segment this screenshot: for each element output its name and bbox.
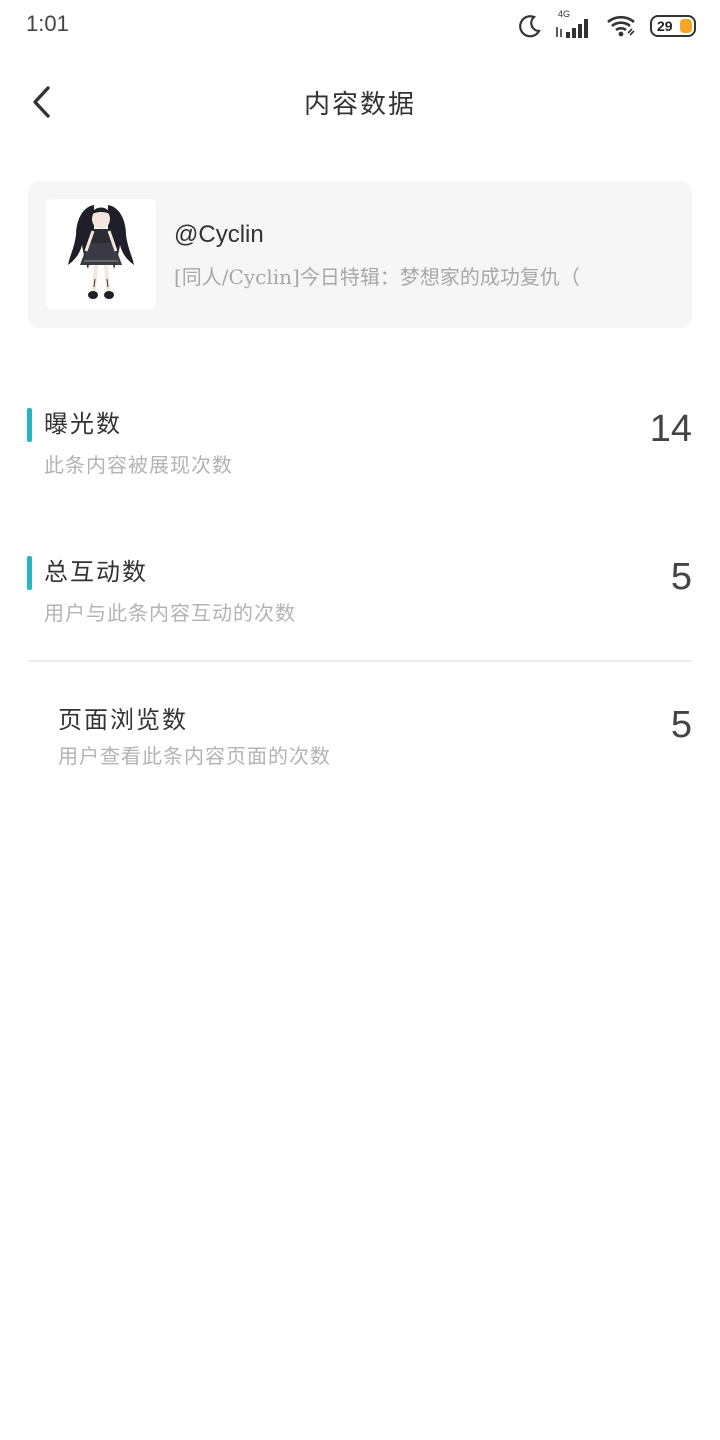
content-card[interactable]: @Cyclin [同人/Cyclin]今日特辑：梦想家的成功复仇（: [28, 181, 692, 328]
metric-accent-bar: [27, 408, 32, 442]
signal-icon: 4G: [554, 9, 594, 39]
status-bar: 1:01 4G 29: [0, 0, 720, 52]
status-icons: 4G 29: [518, 9, 696, 42]
content-thumbnail: [46, 199, 156, 309]
battery-icon: 29: [650, 15, 696, 37]
metric-page-views: 页面浏览数 用户查看此条内容页面的次数 5: [0, 700, 720, 800]
status-time: 1:01: [26, 11, 69, 36]
divider: [28, 660, 692, 662]
metric-title: 页面浏览数: [58, 706, 188, 734]
content-author: @Cyclin: [174, 221, 264, 248]
metric-accent-bar: [27, 556, 32, 590]
metric-description: 此条内容被展现次数: [44, 453, 233, 477]
metric-value: 5: [670, 556, 692, 598]
network-label: 4G: [558, 9, 571, 19]
metric-value: 14: [649, 408, 692, 450]
metric-description: 用户与此条内容互动的次数: [44, 601, 296, 625]
metric-description: 用户查看此条内容页面的次数: [58, 744, 331, 768]
content-excerpt: [同人/Cyclin]今日特辑：梦想家的成功复仇（: [174, 265, 580, 289]
header: 内容数据: [0, 60, 720, 144]
character-illustration: [68, 205, 134, 299]
page-title: 内容数据: [303, 90, 416, 120]
wifi-icon: [606, 13, 638, 39]
metric-value: 5: [670, 704, 692, 746]
metric-total-interactions: 总互动数 用户与此条内容互动的次数 5: [0, 552, 720, 652]
metric-exposure: 曝光数 此条内容被展现次数 14: [0, 404, 720, 504]
metric-title: 总互动数: [44, 558, 148, 586]
battery-fill: [680, 19, 692, 33]
moon-icon: [518, 14, 542, 38]
metric-title: 曝光数: [44, 410, 122, 438]
battery-level: 29: [657, 18, 673, 34]
